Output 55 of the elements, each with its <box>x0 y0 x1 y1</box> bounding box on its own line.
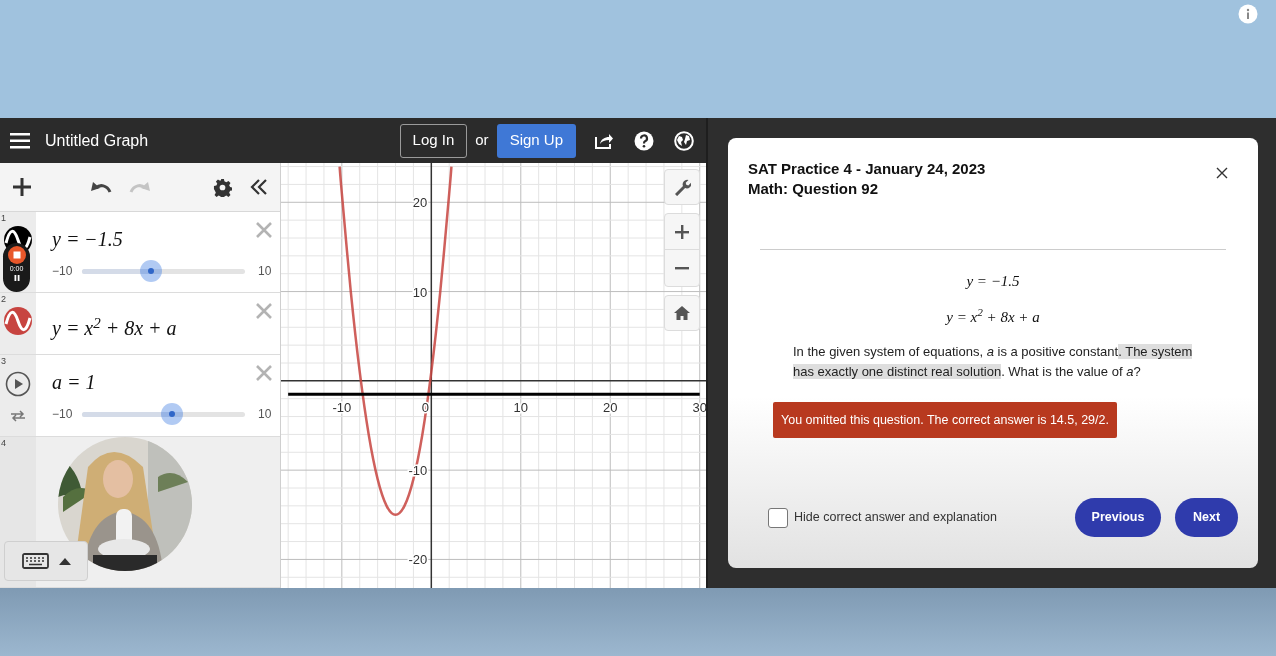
settings-icon[interactable] <box>213 177 232 197</box>
graph-title[interactable]: Untitled Graph <box>45 128 149 153</box>
info-icon[interactable] <box>1238 4 1258 24</box>
slider-max: 10 <box>258 263 272 280</box>
home-icon <box>674 306 690 320</box>
dialog-title: Math: Question 92 <box>748 179 879 199</box>
slider-min: −10 <box>52 263 74 280</box>
keyboard-button[interactable] <box>4 541 88 581</box>
tick-label: 20 <box>412 195 428 211</box>
help-icon[interactable] <box>634 130 654 151</box>
previous-button[interactable]: Previous <box>1075 498 1161 537</box>
tick-label: -10 <box>332 399 352 415</box>
close-icon[interactable] <box>1216 167 1228 179</box>
next-button[interactable]: Next <box>1175 498 1238 537</box>
checkbox-label: Hide correct answer and explanation <box>794 509 997 527</box>
collapse-icon[interactable] <box>250 178 268 196</box>
tick-label: 10 <box>412 284 428 300</box>
undo-icon[interactable] <box>90 180 112 194</box>
slider[interactable] <box>82 260 245 282</box>
tick-label: 20 <box>603 399 618 415</box>
caret-icon <box>58 557 71 565</box>
row-number: 3 <box>1 356 6 366</box>
tick-label: -20 <box>408 552 428 568</box>
repeat-icon[interactable] <box>10 409 26 423</box>
math-expression[interactable]: a = 1 <box>52 367 272 397</box>
tick-label: 10 <box>513 399 528 415</box>
row-number: 4 <box>1 438 6 448</box>
globe-icon[interactable] <box>674 130 694 151</box>
play-icon[interactable] <box>5 371 31 397</box>
menu-icon[interactable] <box>10 132 30 149</box>
row-number: 2 <box>1 294 6 304</box>
checkbox[interactable] <box>768 507 788 528</box>
sign-up-button[interactable]: Sign Up <box>496 123 576 158</box>
or-text: or <box>475 130 489 151</box>
answer-alert: You omitted this question. The correct answer is 14.5, 29/2. <box>773 402 1117 438</box>
slider-max: 10 <box>258 406 272 423</box>
keyboard-icon <box>21 553 49 569</box>
question-text: In the given system of equations, a is a positive constant. The system has exactly one distinct real solution. What is the value of a? <box>792 343 1194 381</box>
minus-icon <box>675 266 689 270</box>
log-in-button[interactable]: Log In <box>399 123 468 158</box>
row-number: 1 <box>1 213 6 223</box>
wrench-icon <box>673 178 691 196</box>
plus-icon <box>675 224 689 239</box>
graph-settings-button[interactable] <box>664 169 700 205</box>
equation: y = −1.5 <box>966 272 1020 291</box>
slider-min: −10 <box>52 406 74 423</box>
home-button[interactable] <box>664 295 700 331</box>
math-expression[interactable]: y = −1.5 <box>52 224 272 254</box>
stop-icon[interactable] <box>7 246 26 264</box>
add-icon[interactable] <box>12 177 32 197</box>
pause-icon[interactable] <box>12 274 21 282</box>
slider[interactable] <box>82 403 245 425</box>
dialog-title: SAT Practice 4 - January 24, 2023 <box>748 159 986 179</box>
equation: y = x$^{2}$ + 8x + a <box>946 305 1040 327</box>
tick-label: 30 <box>692 399 706 415</box>
